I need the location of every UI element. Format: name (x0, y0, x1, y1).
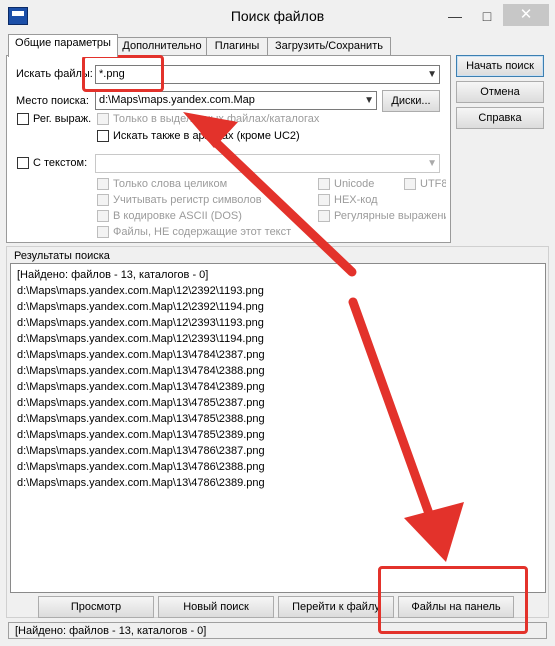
not-containing-label: Файлы, НЕ содержащие этот текст (113, 226, 292, 238)
list-item[interactable]: d:\Maps\maps.yandex.com.Map\13\4785\2388… (11, 411, 545, 427)
results-list[interactable]: [Найдено: файлов - 13, каталогов - 0] d:… (10, 263, 546, 593)
go-to-file-button[interactable]: Перейти к файлу (278, 596, 394, 618)
view-button[interactable]: Просмотр (38, 596, 154, 618)
chevron-down-icon[interactable]: ▼ (364, 93, 374, 108)
tab-general[interactable]: Общие параметры (8, 34, 118, 57)
chevron-down-icon[interactable]: ▼ (427, 156, 437, 171)
ascii-checkbox[interactable] (97, 210, 109, 222)
hex-label: HEX-код (334, 194, 378, 206)
close-button[interactable]: ✕ (503, 4, 549, 26)
whole-words-label: Только слова целиком (113, 178, 228, 190)
regex-text-label: Регулярные выражения (334, 210, 446, 222)
minimize-button[interactable]: — (440, 8, 470, 24)
tab-plugins[interactable]: Плагины (206, 37, 268, 56)
with-text-label: С текстом: (33, 157, 88, 169)
only-selected-checkbox[interactable] (97, 113, 109, 125)
not-containing-checkbox[interactable] (97, 226, 109, 238)
new-search-button[interactable]: Новый поиск (158, 596, 274, 618)
utf8-checkbox[interactable] (404, 178, 416, 190)
annotation-box-panel-button (378, 566, 528, 634)
utf8-label: UTF8 (420, 178, 446, 190)
list-item[interactable]: d:\Maps\maps.yandex.com.Map\12\2393\1193… (11, 315, 545, 331)
list-item[interactable]: d:\Maps\maps.yandex.com.Map\13\4784\2388… (11, 363, 545, 379)
unicode-checkbox[interactable] (318, 178, 330, 190)
list-item[interactable]: d:\Maps\maps.yandex.com.Map\12\2393\1194… (11, 331, 545, 347)
list-item[interactable]: d:\Maps\maps.yandex.com.Map\13\4785\2387… (11, 395, 545, 411)
chevron-down-icon[interactable]: ▼ (427, 67, 437, 82)
list-item[interactable]: d:\Maps\maps.yandex.com.Map\13\4785\2389… (11, 427, 545, 443)
regex-text-checkbox[interactable] (318, 210, 330, 222)
maximize-button[interactable]: □ (472, 8, 502, 24)
search-location-label: Место поиска: (16, 95, 89, 107)
list-item[interactable]: d:\Maps\maps.yandex.com.Map\13\4786\2389… (11, 475, 545, 491)
whole-words-checkbox[interactable] (97, 178, 109, 190)
ascii-label: В кодировке ASCII (DOS) (113, 210, 242, 222)
only-selected-label: Только в выделенных файлах/каталогах (113, 113, 320, 125)
list-item[interactable]: d:\Maps\maps.yandex.com.Map\12\2392\1194… (11, 299, 545, 315)
cancel-button[interactable]: Отмена (456, 81, 544, 103)
regex-label: Рег. выраж. (33, 113, 92, 125)
with-text-checkbox[interactable] (17, 157, 29, 169)
drives-button[interactable]: Диски... (382, 90, 440, 112)
start-search-button[interactable]: Начать поиск (456, 55, 544, 77)
search-location-input[interactable]: d:\Maps\maps.yandex.com.Map ▼ (95, 91, 377, 110)
search-location-value: d:\Maps\maps.yandex.com.Map (99, 94, 255, 106)
with-text-input[interactable]: ▼ (95, 154, 440, 173)
regex-checkbox[interactable] (17, 113, 29, 125)
case-sensitive-label: Учитывать регистр символов (113, 194, 262, 206)
list-item[interactable]: d:\Maps\maps.yandex.com.Map\13\4786\2388… (11, 459, 545, 475)
list-item[interactable]: d:\Maps\maps.yandex.com.Map\13\4786\2387… (11, 443, 545, 459)
results-title: Результаты поиска (14, 250, 110, 262)
search-archives-label: Искать также в архивах (кроме UC2) (113, 130, 300, 142)
list-item[interactable]: d:\Maps\maps.yandex.com.Map\12\2392\1193… (11, 283, 545, 299)
search-archives-checkbox[interactable] (97, 130, 109, 142)
help-button[interactable]: Справка (456, 107, 544, 129)
tab-load-save[interactable]: Загрузить/Сохранить (267, 37, 391, 56)
list-item[interactable]: d:\Maps\maps.yandex.com.Map\13\4784\2389… (11, 379, 545, 395)
hex-checkbox[interactable] (318, 194, 330, 206)
annotation-box-filemask (82, 55, 164, 92)
tab-advanced[interactable]: Дополнительно (117, 37, 207, 56)
list-item[interactable]: [Найдено: файлов - 13, каталогов - 0] (11, 267, 545, 283)
case-sensitive-checkbox[interactable] (97, 194, 109, 206)
list-item[interactable]: d:\Maps\maps.yandex.com.Map\13\4784\2387… (11, 347, 545, 363)
unicode-label: Unicode (334, 178, 375, 190)
